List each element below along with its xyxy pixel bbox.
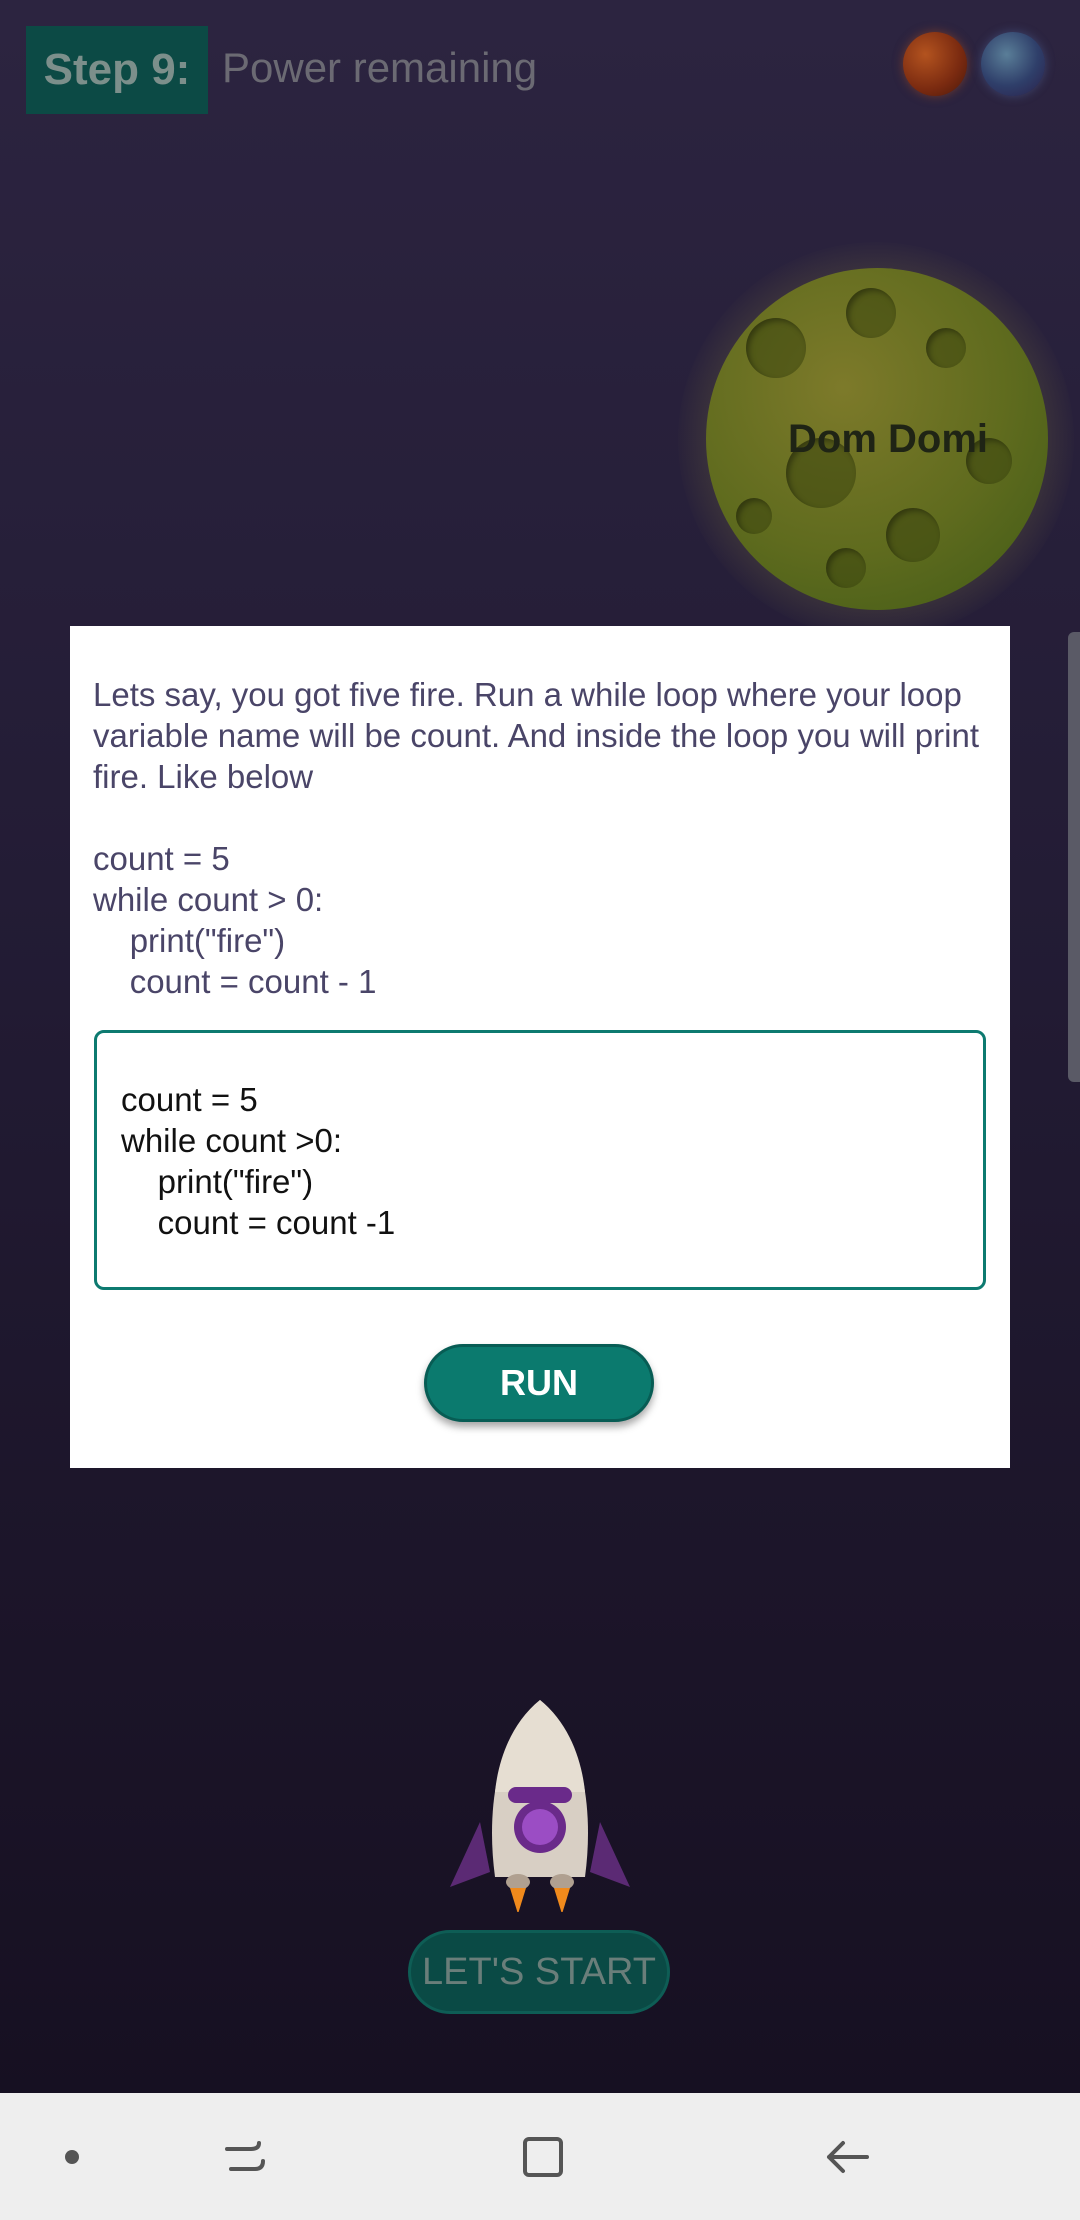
side-scroll-handle[interactable] [1068,632,1080,1082]
dot-icon[interactable] [42,2093,102,2220]
planet-name: Dom Domi [788,416,988,461]
run-button[interactable]: RUN [424,1344,654,1422]
step-badge: Step 9: [26,26,208,114]
step-label: Step 9: [43,45,191,94]
blue-planet-icon[interactable] [981,32,1045,96]
orange-planet-icon[interactable] [903,32,967,96]
lets-start-button[interactable]: LET'S START [408,1930,670,2014]
target-planet: Dom Domi [706,268,1048,610]
system-nav-bar [0,2093,1080,2220]
instruction-text: Lets say, you got five fire. Run a while… [93,676,980,1000]
rocket-icon [450,1700,630,1912]
step-title: Power remaining [222,44,538,91]
back-icon[interactable] [812,2093,882,2220]
home-icon[interactable] [508,2093,578,2220]
code-input-field[interactable]: count = 5 while count >0: print("fire") … [94,1030,986,1290]
code-dialog: Lets say, you got five fire. Run a while… [70,626,1010,1468]
recent-apps-icon[interactable] [210,2093,280,2220]
code-input-value[interactable]: count = 5 while count >0: print("fire") … [121,1079,395,1243]
